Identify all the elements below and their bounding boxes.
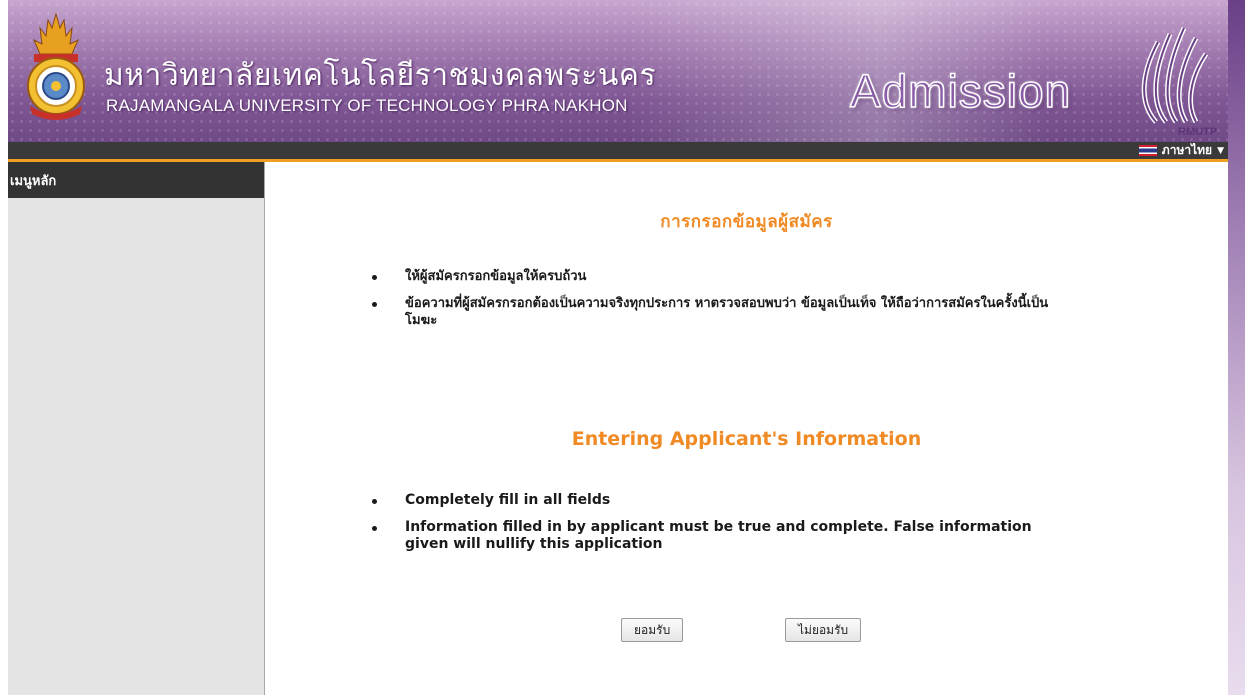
right-decoration-strip: [1228, 0, 1245, 695]
caret-down-icon: ▼: [1217, 145, 1224, 156]
university-name-thai: มหาวิทยาลัยเทคโนโลยีราชมงคลพระนคร: [104, 58, 657, 93]
header-banner: มหาวิทยาลัยเทคโนโลยีราชมงคลพระนคร RAJAMA…: [8, 0, 1228, 142]
university-seal-icon: [27, 12, 85, 120]
university-name-english: RAJAMANGALA UNIVERSITY OF TECHNOLOGY PHR…: [106, 96, 628, 115]
rmutp-logo-text: RMUTP: [1178, 126, 1218, 138]
rmutp-logo-icon: [1141, 26, 1209, 124]
language-selector[interactable]: ภาษาไทย ▼: [1138, 142, 1224, 159]
page: มหาวิทยาลัยเทคโนโลยีราชมงคลพระนคร RAJAMA…: [0, 0, 1245, 695]
main-content: การกรอกข้อมูลผู้สมัคร ให้ผู้สมัครกรอกข้อ…: [265, 162, 1228, 695]
sidebar: เมนูหลัก: [8, 162, 265, 695]
accept-button[interactable]: ยอมรับ: [621, 618, 684, 642]
decline-button[interactable]: ไม่ยอมรับ: [785, 618, 862, 642]
thai-flag-icon: [1138, 145, 1157, 156]
list-item: ข้อความที่ผู้สมัครกรอกต้องเป็นความจริงทุ…: [370, 295, 1070, 329]
page-title-thai: การกรอกข้อมูลผู้สมัคร: [660, 212, 833, 232]
sidebar-title: เมนูหลัก: [8, 162, 264, 198]
page-title-english: Entering Applicant's Information: [571, 428, 922, 450]
list-item: ให้ผู้สมัครกรอกข้อมูลให้ครบถ้วน: [370, 268, 1070, 285]
admission-title: Admission: [849, 64, 1072, 118]
language-label: ภาษาไทย: [1161, 143, 1213, 157]
list-item: Information filled in by applicant must …: [370, 519, 1070, 553]
list-item: Completely fill in all fields: [370, 492, 1070, 509]
top-navbar: ภาษาไทย ▼: [8, 142, 1228, 162]
instructions-thai: ให้ผู้สมัครกรอกข้อมูลให้ครบถ้วน ข้อความท…: [370, 268, 1070, 339]
instructions-english: Completely fill in all fields Informatio…: [370, 492, 1070, 563]
